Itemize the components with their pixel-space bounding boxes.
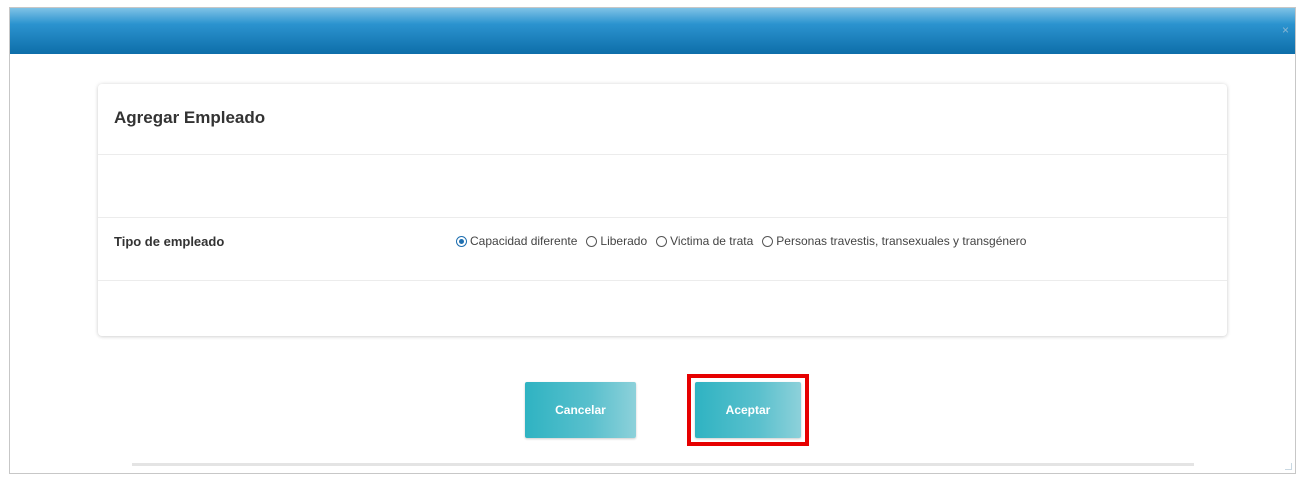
radio-option-liberado[interactable]: Liberado (586, 234, 647, 248)
cancel-button[interactable]: Cancelar (525, 382, 636, 438)
footer-divider (132, 463, 1194, 466)
radio-button[interactable] (656, 235, 668, 247)
divider (98, 217, 1227, 218)
radio-label: Personas travestis, transexuales y trans… (776, 234, 1027, 248)
card-title: Agregar Empleado (114, 108, 266, 127)
accept-button-highlight: Aceptar (687, 374, 809, 446)
employee-type-radio-group: Capacidad diferente Liberado Victima de … (456, 234, 1035, 248)
employee-form-card: Agregar Empleado Tipo de empleado Capaci… (98, 84, 1227, 336)
radio-label: Capacidad diferente (470, 234, 578, 248)
divider (98, 280, 1227, 281)
radio-option-personas-trans[interactable]: Personas travestis, transexuales y trans… (762, 234, 1026, 248)
add-employee-dialog: × Agregar Empleado Tipo de empleado Capa… (9, 7, 1296, 474)
radio-option-victima-de-trata[interactable]: Victima de trata (656, 234, 753, 248)
radio-button[interactable] (762, 235, 774, 247)
resize-grip-icon[interactable] (1285, 463, 1292, 470)
radio-label: Liberado (600, 234, 648, 248)
radio-label: Victima de trata (670, 234, 754, 248)
divider (98, 154, 1227, 155)
close-icon[interactable]: × (1282, 24, 1289, 36)
radio-button[interactable] (586, 235, 598, 247)
radio-option-capacidad-diferente[interactable]: Capacidad diferente (456, 234, 577, 248)
radio-button[interactable] (456, 235, 467, 247)
employee-type-label: Tipo de empleado (114, 234, 225, 249)
accept-button[interactable]: Aceptar (695, 382, 801, 438)
dialog-titlebar[interactable]: × (10, 8, 1295, 54)
